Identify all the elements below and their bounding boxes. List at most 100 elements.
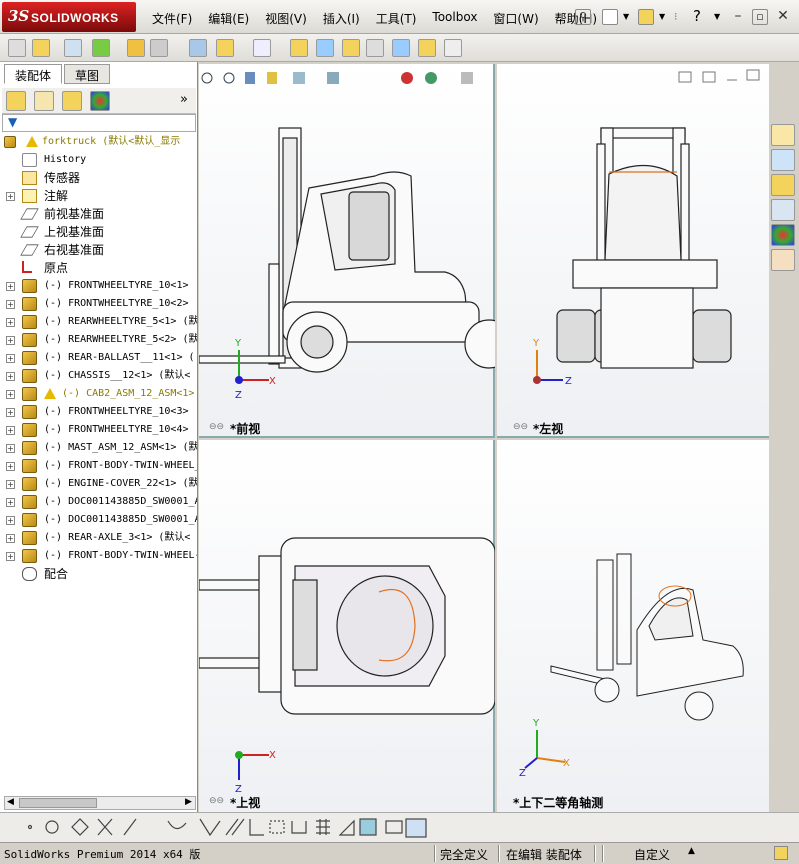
linear-pattern-icon[interactable] bbox=[92, 39, 110, 57]
minimize-icon[interactable]: – bbox=[730, 9, 746, 25]
open-folder-icon[interactable] bbox=[638, 9, 654, 25]
property-manager-tab-icon[interactable] bbox=[34, 91, 54, 111]
tree-item[interactable]: + (-) DOC001143885D_SW0001_A bbox=[0, 493, 197, 511]
view-link-icon[interactable]: ⊖⊖ bbox=[209, 422, 224, 432]
tree-item[interactable]: + (-) REARWHEELTYRE_5<2> (默 bbox=[0, 331, 197, 349]
point-icon[interactable] bbox=[27, 824, 33, 830]
scroll-thumb[interactable] bbox=[19, 798, 97, 808]
line-icon[interactable] bbox=[123, 818, 137, 836]
scroll-left-icon[interactable]: ◀ bbox=[7, 797, 14, 807]
units-dropdown-icon[interactable]: ▲ bbox=[688, 846, 695, 856]
expand-icon[interactable]: + bbox=[6, 498, 15, 507]
tree-item[interactable]: + (-) REAR-AXLE_3<1> (默认< bbox=[0, 529, 197, 547]
restore-icon[interactable]: ▫ bbox=[752, 9, 768, 25]
new-motion-study-icon[interactable] bbox=[290, 39, 308, 57]
viewport-front[interactable]: X Y Z ⊖⊖ *前视 bbox=[199, 64, 495, 438]
tree-item[interactable]: 传感器 bbox=[0, 169, 197, 187]
offset-icon[interactable] bbox=[225, 818, 245, 836]
tree-item[interactable]: + (-) FRONTWHEELTYRE_10<4> bbox=[0, 421, 197, 439]
expand-icon[interactable]: + bbox=[6, 390, 15, 399]
assembly-tool-icon[interactable] bbox=[8, 39, 26, 57]
help-icon[interactable]: ? bbox=[693, 7, 701, 25]
tree-item[interactable]: + (-) FRONTWHEELTYRE_10<3> bbox=[0, 403, 197, 421]
explode-line-icon[interactable] bbox=[366, 39, 384, 57]
tree-item[interactable]: + (-) DOC001143885D_SW0001_A bbox=[0, 511, 197, 529]
expand-icon[interactable]: + bbox=[6, 444, 15, 453]
tree-item[interactable]: History bbox=[0, 151, 197, 169]
tree-item[interactable]: + (-) FRONTWHEELTYRE_10<1> bbox=[0, 277, 197, 295]
feature-manager-tab-icon[interactable] bbox=[6, 91, 26, 111]
corner-icon[interactable] bbox=[249, 819, 264, 836]
arc-icon[interactable] bbox=[167, 820, 187, 830]
dimension-icon[interactable] bbox=[291, 821, 307, 834]
menu-edit[interactable]: 编辑(E) bbox=[208, 10, 249, 27]
units-status[interactable]: 自定义 bbox=[634, 846, 670, 863]
expand-icon[interactable]: + bbox=[6, 336, 15, 345]
relations-icon[interactable] bbox=[338, 819, 355, 836]
viewport-top[interactable]: X Z ⊖⊖ *上视 bbox=[199, 440, 495, 812]
tree-item[interactable]: 配合 bbox=[0, 565, 197, 583]
expand-icon[interactable]: + bbox=[6, 192, 15, 201]
solidworks-logo[interactable]: 3S SOLIDWORKS bbox=[2, 2, 136, 32]
menu-tools[interactable]: 工具(T) bbox=[376, 10, 417, 27]
viewport-isometric[interactable]: X Y Z *上下二等角轴测 bbox=[497, 440, 769, 812]
tree-item[interactable]: + (-) CHASSIS__12<1> (默认< bbox=[0, 367, 197, 385]
scroll-right-icon[interactable]: ▶ bbox=[185, 797, 192, 807]
expand-icon[interactable]: + bbox=[6, 282, 15, 291]
expand-icon[interactable]: + bbox=[6, 480, 15, 489]
menu-view[interactable]: 视图(V) bbox=[265, 10, 307, 27]
construction-icon[interactable] bbox=[269, 820, 285, 834]
instant3d-icon[interactable] bbox=[418, 39, 436, 57]
trim-icon[interactable] bbox=[97, 818, 113, 836]
open-dropdown-icon[interactable]: ▼ bbox=[659, 12, 665, 21]
menu-file[interactable]: 文件(F) bbox=[152, 10, 192, 27]
smart-fasteners-icon[interactable] bbox=[127, 39, 145, 57]
bill-of-materials-icon[interactable] bbox=[316, 39, 334, 57]
view-link-icon[interactable]: ⊖⊖ bbox=[513, 422, 528, 432]
tree-item[interactable]: 右视基准面 bbox=[0, 241, 197, 259]
close-icon[interactable]: ✕ bbox=[775, 9, 791, 25]
design-library-icon[interactable] bbox=[771, 149, 795, 171]
tree-item[interactable]: + (-) REARWHEELTYRE_5<1> (默 bbox=[0, 313, 197, 331]
menu-insert[interactable]: 插入(I) bbox=[323, 10, 360, 27]
tree-item[interactable]: + (-) CAB2_ASM_12_ASM<1> bbox=[0, 385, 197, 403]
pin-icon[interactable]: ⚲ bbox=[575, 9, 591, 25]
polygon-icon[interactable] bbox=[71, 818, 89, 836]
layout-icon[interactable] bbox=[405, 818, 427, 838]
grid-icon[interactable] bbox=[316, 819, 330, 835]
expand-icon[interactable]: + bbox=[6, 372, 15, 381]
expand-icon[interactable]: + bbox=[6, 354, 15, 363]
custom-properties-icon[interactable] bbox=[771, 249, 795, 271]
expand-icon[interactable]: + bbox=[6, 534, 15, 543]
tree-filter[interactable]: ▼ bbox=[2, 114, 196, 132]
configuration-manager-tab-icon[interactable] bbox=[62, 91, 82, 111]
section-view-icon[interactable] bbox=[385, 820, 403, 834]
expand-icon[interactable]: + bbox=[6, 426, 15, 435]
assembly-features-icon[interactable] bbox=[216, 39, 234, 57]
tree-item[interactable]: + (-) FRONT-BODY-TWIN-WHEEL- bbox=[0, 547, 197, 565]
file-explorer-icon[interactable] bbox=[771, 174, 795, 196]
display-manager-tab-icon[interactable] bbox=[90, 91, 110, 111]
tab-sketch[interactable]: 草图 bbox=[64, 64, 111, 84]
tree-item[interactable]: + (-) ENGINE-COVER_22<1> (默 bbox=[0, 475, 197, 493]
tree-item[interactable]: 前视基准面 bbox=[0, 205, 197, 223]
expand-icon[interactable]: + bbox=[6, 300, 15, 309]
appearances-icon[interactable] bbox=[771, 224, 795, 246]
show-hidden-icon[interactable] bbox=[189, 39, 207, 57]
home-icon[interactable] bbox=[771, 124, 795, 146]
viewport-left[interactable]: Z Y ⊖⊖ *左视 bbox=[497, 64, 769, 438]
tree-item[interactable]: + (-) MAST_ASM_12_ASM<1> (默 bbox=[0, 439, 197, 457]
spline-icon[interactable] bbox=[199, 818, 221, 837]
help-dropdown-icon[interactable]: ▼ bbox=[714, 12, 720, 21]
tree-item[interactable]: 上视基准面 bbox=[0, 223, 197, 241]
interference-icon[interactable] bbox=[392, 39, 410, 57]
expand-panel-icon[interactable]: » bbox=[180, 92, 188, 107]
reference-geometry-icon[interactable] bbox=[253, 39, 271, 57]
view-link-icon[interactable]: ⊖⊖ bbox=[209, 796, 224, 806]
expand-icon[interactable]: + bbox=[6, 552, 15, 561]
options-icon[interactable] bbox=[444, 39, 462, 57]
mate-icon[interactable] bbox=[64, 39, 82, 57]
expand-icon[interactable]: + bbox=[6, 516, 15, 525]
insert-component-icon[interactable] bbox=[32, 39, 50, 57]
more-icon[interactable]: ⁝ bbox=[674, 10, 678, 23]
